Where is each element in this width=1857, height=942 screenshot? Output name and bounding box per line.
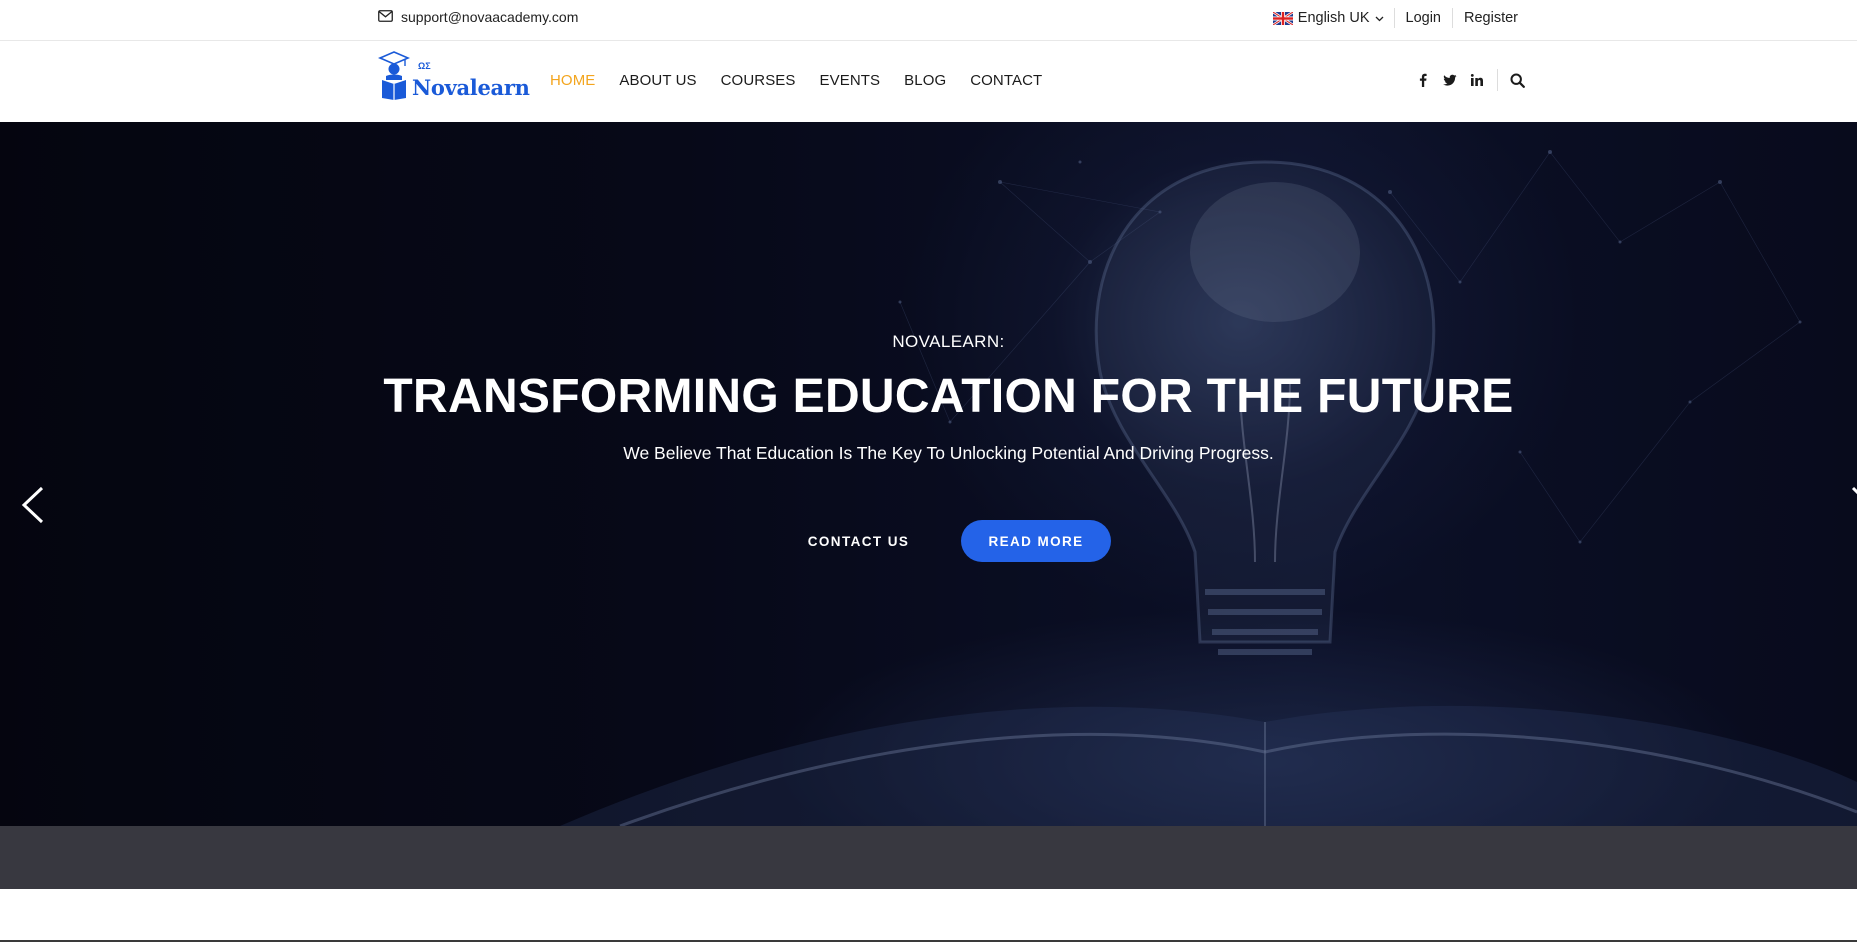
logo-small-text: ΩΣ (418, 61, 431, 71)
hero-headline: TRANSFORMING EDUCATION FOR THE FUTURE (383, 370, 1514, 423)
chevron-down-icon (1375, 10, 1384, 26)
hero-subheadline: We Believe That Education Is The Key To … (623, 443, 1274, 463)
site-logo[interactable]: ΩΣ Novalearn (377, 51, 530, 105)
read-more-button[interactable]: READ MORE (961, 520, 1111, 562)
contact-us-button[interactable]: CONTACT US (790, 520, 927, 562)
register-link[interactable]: Register (1453, 8, 1518, 28)
nav-item-events[interactable]: EVENTS (820, 72, 881, 89)
social-links (1404, 69, 1525, 91)
graduate-reading-icon (377, 50, 411, 105)
social-divider (1497, 69, 1498, 91)
language-label: English UK (1297, 10, 1370, 26)
nav-item-courses[interactable]: COURSES (721, 72, 796, 89)
hero-slider: NOVALEARN: TRANSFORMING EDUCATION FOR TH… (0, 122, 1857, 826)
main-navbar: ΩΣ Novalearn HOME ABOUT US COURSES EVENT… (0, 41, 1857, 122)
chevron-right-icon[interactable] (1851, 484, 1857, 526)
login-link[interactable]: Login (1395, 8, 1453, 28)
language-selector[interactable]: English UK (1272, 8, 1395, 28)
nav-item-about-us[interactable]: ABOUT US (619, 72, 696, 89)
search-icon[interactable] (1509, 72, 1525, 88)
nav-item-blog[interactable]: BLOG (904, 72, 946, 89)
linkedin-icon[interactable] (1469, 72, 1485, 88)
section-band (0, 826, 1857, 889)
primary-menu: HOME ABOUT US COURSES EVENTS BLOG CONTAC… (550, 72, 1066, 89)
top-bar: support@novaacademy.com English UK Login (0, 0, 1857, 41)
nav-item-contact[interactable]: CONTACT (970, 72, 1042, 89)
support-email-text: support@novaacademy.com (401, 9, 579, 25)
twitter-icon[interactable] (1442, 72, 1458, 88)
hero-dark-overlay (0, 122, 1857, 826)
chevron-left-icon[interactable] (18, 484, 46, 526)
envelope-icon (378, 9, 393, 25)
nav-item-home[interactable]: HOME (550, 72, 595, 89)
logo-brand-name: Novalearn (412, 75, 530, 100)
hero-kicker: NOVALEARN: (892, 332, 1005, 351)
support-email[interactable]: support@novaacademy.com (378, 9, 578, 25)
facebook-icon[interactable] (1415, 72, 1431, 88)
uk-flag-icon (1272, 10, 1294, 26)
account-links: English UK Login Register (1272, 8, 1518, 28)
